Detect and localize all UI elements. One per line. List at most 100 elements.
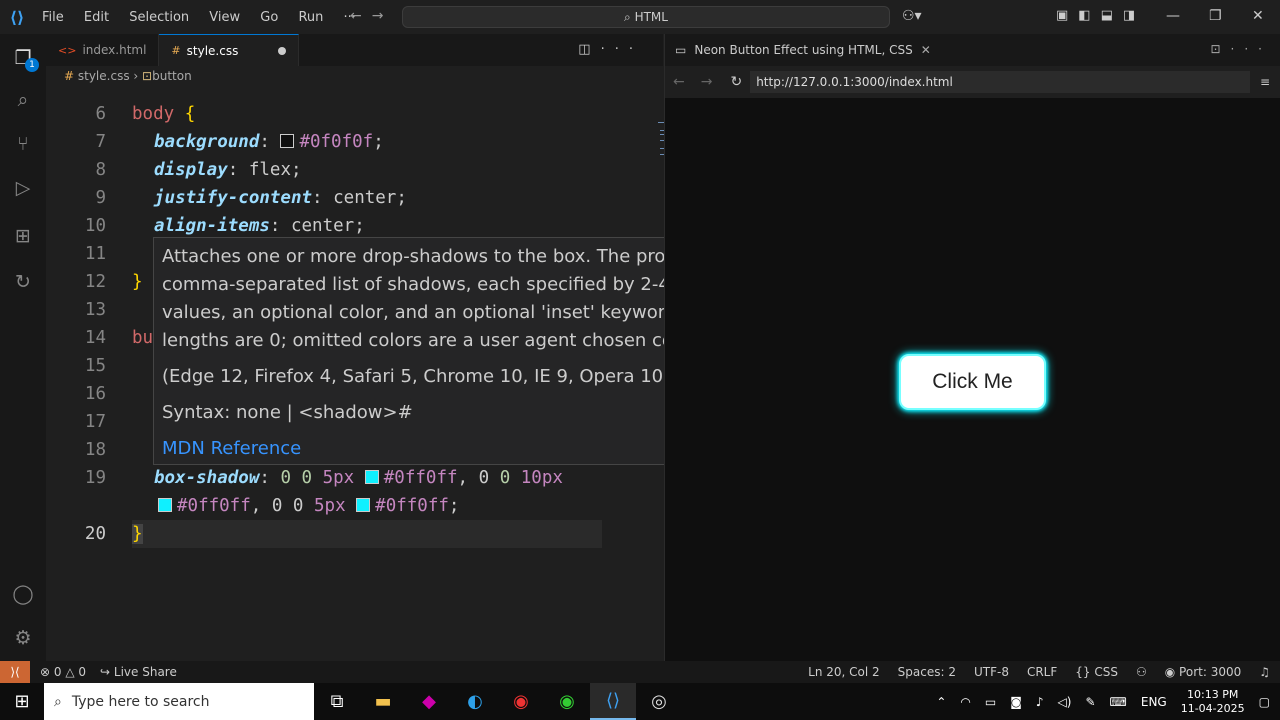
unsaved-dot-icon[interactable] xyxy=(278,46,287,55)
more-actions-icon[interactable]: ··· xyxy=(601,42,643,57)
color-swatch[interactable] xyxy=(364,470,379,484)
toggle-panel-icon[interactable]: ⬓ xyxy=(1101,8,1113,23)
toggle-secondary-sidebar-icon[interactable]: ◨ xyxy=(1123,8,1135,23)
menu-go[interactable]: Go xyxy=(260,10,278,25)
clock-time: 10:13 PM xyxy=(1187,687,1239,701)
clock[interactable]: 10:13 PM 11-04-2025 xyxy=(1181,688,1245,716)
forward-arrow-icon[interactable]: → xyxy=(701,74,713,90)
selector: bu xyxy=(132,328,154,348)
battery-icon[interactable]: ▭ xyxy=(985,695,996,709)
menu-selection[interactable]: Selection xyxy=(129,10,189,25)
css-value: , 0 xyxy=(457,468,500,488)
chrome-profile-icon[interactable]: ◉ xyxy=(544,683,590,720)
close-icon[interactable]: ✕ xyxy=(921,43,931,57)
color-swatch[interactable] xyxy=(280,134,295,148)
language-mode[interactable]: {} CSS xyxy=(1075,665,1118,679)
obs-icon[interactable]: ◎ xyxy=(636,683,682,720)
back-arrow-icon[interactable]: ← xyxy=(673,74,685,90)
live-server-port[interactable]: ◉ Port: 3000 xyxy=(1165,665,1241,679)
camera-icon[interactable]: ◙ xyxy=(1010,695,1022,709)
accounts-icon[interactable]: ◯ xyxy=(11,582,35,606)
line-number: 18 xyxy=(84,440,106,460)
editor-tabs: <> index.html # style.css xyxy=(46,34,663,66)
pen-icon[interactable]: ✎ xyxy=(1085,695,1095,709)
task-view-icon[interactable]: ⧉ xyxy=(314,683,360,720)
edge-icon[interactable]: ◐ xyxy=(452,683,498,720)
hamburger-menu-icon[interactable]: ≡ xyxy=(1260,75,1270,89)
menu-run[interactable]: Run xyxy=(298,10,323,25)
remote-indicator-icon[interactable]: ⟩⟨ xyxy=(0,661,30,683)
settings-gear-icon[interactable]: ⚙ xyxy=(11,626,35,650)
line-number: 19 xyxy=(84,468,106,488)
neon-click-me-button[interactable]: Click Me xyxy=(899,354,1046,410)
extensions-icon[interactable]: ⊞ xyxy=(11,224,35,248)
breadcrumb-file[interactable]: style.css xyxy=(78,69,130,83)
color-swatch[interactable] xyxy=(158,498,172,512)
live-share-label: Live Share xyxy=(113,665,177,679)
command-center[interactable]: ⌕ HTML xyxy=(402,6,890,28)
encoding[interactable]: UTF-8 xyxy=(974,665,1009,679)
layout-customize-icon[interactable]: ▣ xyxy=(1056,8,1068,23)
volume-icon[interactable]: ◁) xyxy=(1058,695,1072,709)
url-input[interactable]: http://127.0.0.1:3000/index.html xyxy=(750,71,1250,93)
wifi-icon[interactable]: ◠ xyxy=(960,695,970,709)
css-value: flex xyxy=(248,160,291,180)
menu-file[interactable]: File xyxy=(42,10,64,25)
browser-tab-actions: ⊡··· xyxy=(1210,42,1272,56)
close-window-icon[interactable]: ✕ xyxy=(1252,8,1264,24)
toggle-sidebar-icon[interactable]: ◧ xyxy=(1078,8,1090,23)
menu-edit[interactable]: Edit xyxy=(84,10,109,25)
remote-explorer-icon[interactable]: ↻ xyxy=(11,270,35,294)
minimize-icon[interactable]: — xyxy=(1166,8,1180,24)
indentation[interactable]: Spaces: 2 xyxy=(898,665,956,679)
windows-start-icon[interactable]: ⊞ xyxy=(0,683,44,720)
chrome-icon[interactable]: ◉ xyxy=(498,683,544,720)
tab-index-html[interactable]: <> index.html xyxy=(46,34,160,66)
run-debug-icon[interactable]: ▷ xyxy=(11,176,35,200)
search-icon: ⌕ xyxy=(624,10,635,24)
back-arrow-icon[interactable]: ← xyxy=(350,8,372,24)
search-placeholder: Type here to search xyxy=(71,693,210,710)
more-actions-icon[interactable]: ··· xyxy=(1231,42,1272,56)
css-value: #0f0f0f xyxy=(299,132,374,152)
reload-icon[interactable]: ↻ xyxy=(730,74,742,90)
taskbar-search[interactable]: ⌕ Type here to search xyxy=(44,683,314,720)
search-icon: ⌕ xyxy=(54,693,62,710)
chevron-up-icon[interactable]: ⌃ xyxy=(936,695,946,709)
live-share-button[interactable]: ↪ Live Share xyxy=(100,665,177,679)
css-value: 10 xyxy=(510,468,542,488)
language-indicator[interactable]: ENG xyxy=(1141,695,1167,709)
vscode-taskbar-icon[interactable]: ⟨⟩ xyxy=(590,683,636,720)
line-number: 15 xyxy=(84,356,106,376)
restore-icon[interactable]: ❐ xyxy=(1209,8,1222,24)
cursor-position[interactable]: Ln 20, Col 2 xyxy=(808,665,880,679)
copilot-icon[interactable]: ⚇▾ xyxy=(902,8,922,24)
clock-date: 11-04-2025 xyxy=(1180,701,1245,715)
css-unit: px xyxy=(333,468,355,488)
split-editor-icon[interactable]: ◫ xyxy=(578,42,600,57)
css-property: background xyxy=(154,132,260,152)
copilot-status-icon[interactable]: ⚇ xyxy=(1136,665,1147,679)
line-number: 20 xyxy=(84,524,106,544)
search-icon[interactable]: ⌕ xyxy=(11,88,35,112)
breadcrumb-symbol[interactable]: button xyxy=(152,69,192,83)
microphone-icon[interactable]: ♪ xyxy=(1036,695,1044,709)
menu-view[interactable]: View xyxy=(209,10,240,25)
file-explorer-icon[interactable]: ▬ xyxy=(360,683,406,720)
tab-style-css[interactable]: # style.css xyxy=(159,34,300,66)
current-line-highlight xyxy=(132,520,602,548)
forward-arrow-icon[interactable]: → xyxy=(372,8,394,24)
lock-icon[interactable]: ⊡ xyxy=(1210,42,1230,56)
notification-center-icon[interactable]: ▢ xyxy=(1259,695,1270,709)
source-control-icon[interactable]: ⑂ xyxy=(11,132,35,156)
copilot-app-icon[interactable]: ◆ xyxy=(406,683,452,720)
explorer-icon[interactable]: ❐ 1 xyxy=(11,46,39,72)
css-value: #0ff0ff xyxy=(375,496,449,516)
error-icon: ⊗ xyxy=(40,665,54,679)
notifications-bell-icon[interactable]: ♫ xyxy=(1259,665,1270,679)
problems-indicator[interactable]: ⊗ 0 △ 0 xyxy=(40,665,86,679)
color-swatch[interactable] xyxy=(356,498,371,512)
keyboard-icon[interactable]: ⌨ xyxy=(1110,695,1127,709)
line-ending[interactable]: CRLF xyxy=(1027,665,1057,679)
browser-tab-title[interactable]: Neon Button Effect using HTML, CSS xyxy=(694,43,912,57)
